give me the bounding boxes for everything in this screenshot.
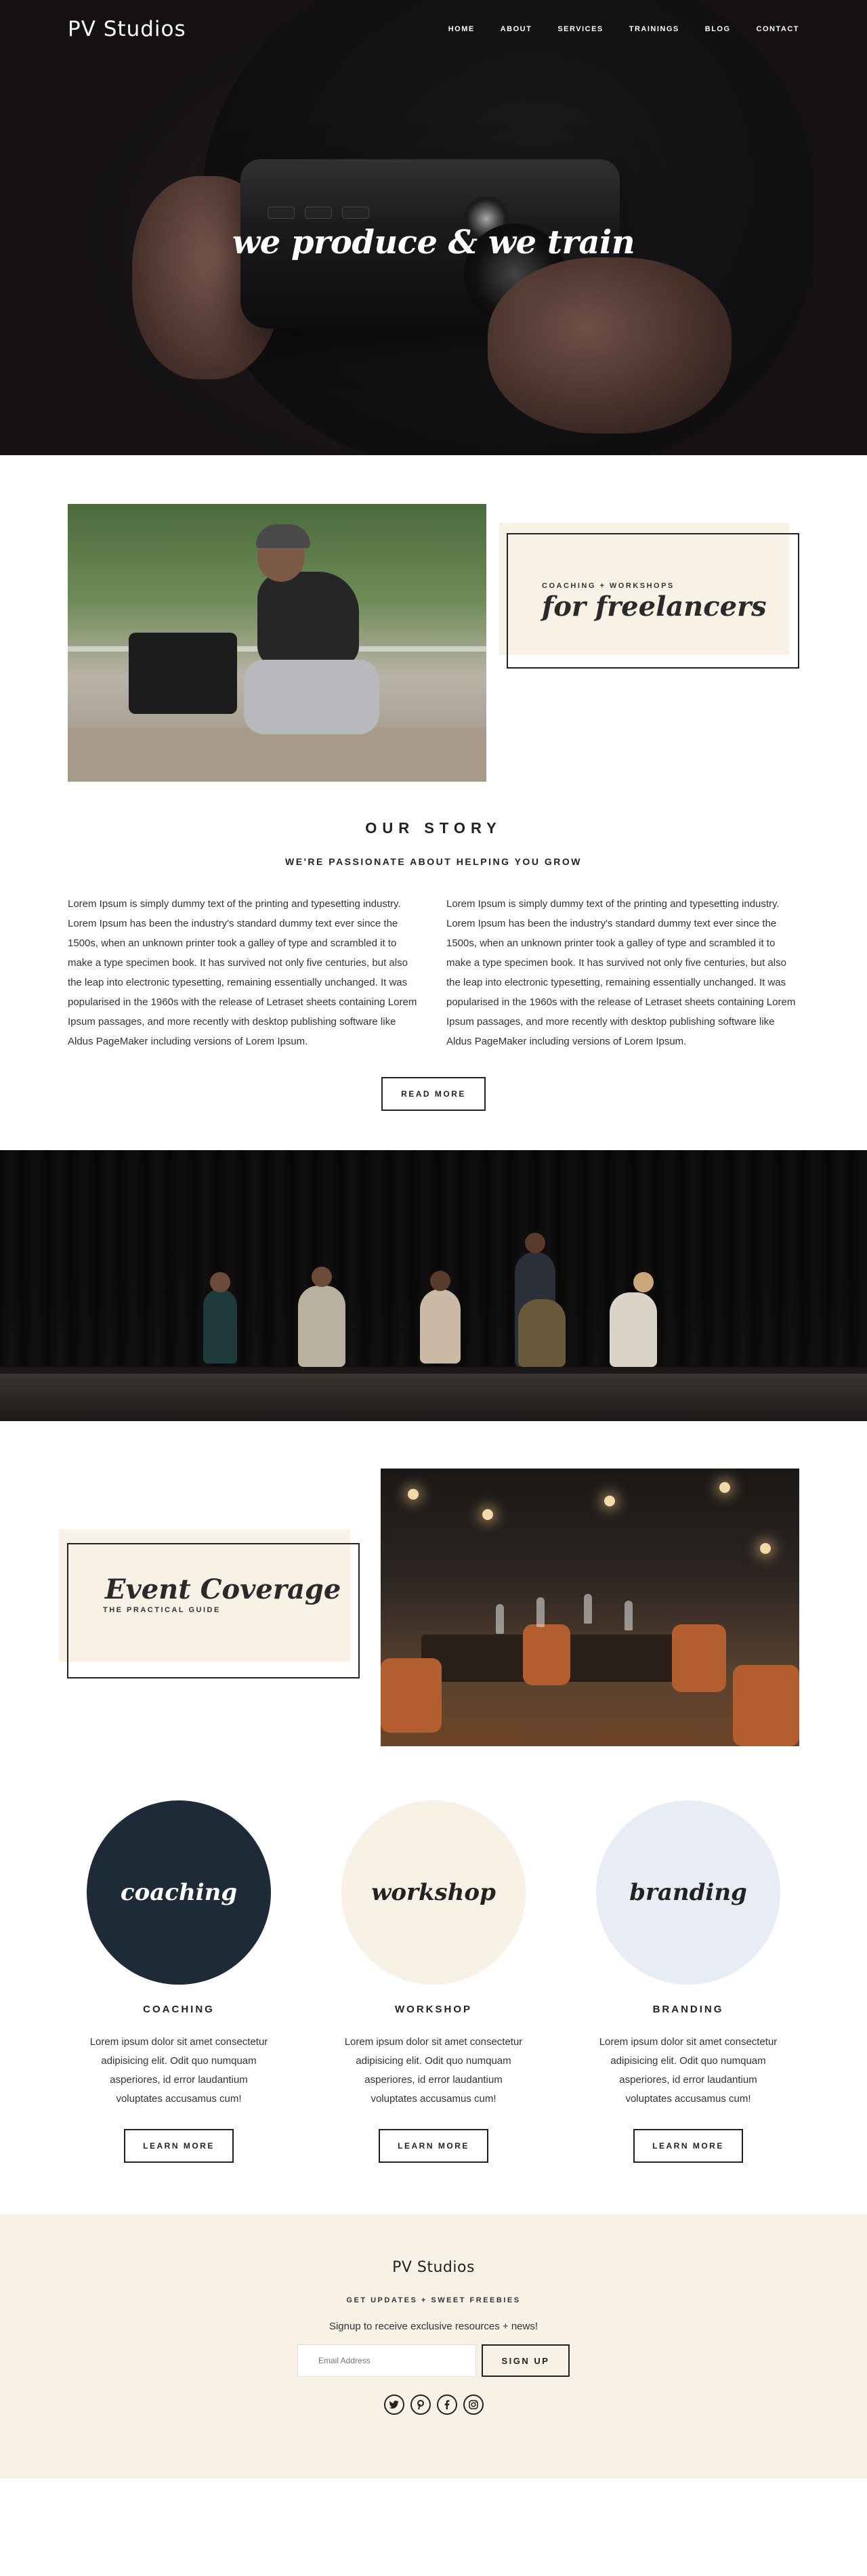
cameraman-photo <box>68 504 486 782</box>
site-logo[interactable]: PV Studios <box>68 17 186 41</box>
nav-contact[interactable]: CONTACT <box>757 25 799 33</box>
learn-more-button[interactable]: LEARN MORE <box>633 2129 743 2163</box>
service-title: WORKSHOP <box>395 2004 472 2015</box>
service-title: COACHING <box>143 2004 215 2015</box>
restaurant-photo <box>381 1469 799 1746</box>
nav-home[interactable]: HOME <box>448 25 475 33</box>
nav-about[interactable]: ABOUT <box>501 25 532 33</box>
main-nav: HOME ABOUT SERVICES TRAININGS BLOG CONTA… <box>448 25 799 33</box>
signup-button[interactable]: SIGN UP <box>482 2344 570 2377</box>
footer-description: Signup to receive exclusive resources + … <box>329 2321 538 2332</box>
workshop-circle[interactable]: workshop <box>341 1800 526 1985</box>
story-text-left: Lorem Ipsum is simply dummy text of the … <box>68 898 417 1047</box>
freelancers-subtitle: COACHING + WORKSHOPS <box>542 582 675 590</box>
freelancers-section: COACHING + WORKSHOPS for freelancers <box>0 455 867 807</box>
hero-section: PV Studios HOME ABOUT SERVICES TRAININGS… <box>0 0 867 455</box>
learn-more-button[interactable]: LEARN MORE <box>124 2129 234 2163</box>
freelancers-title: for freelancers <box>542 591 767 622</box>
pinterest-icon[interactable] <box>410 2394 431 2415</box>
read-more-button[interactable]: READ MORE <box>381 1077 486 1111</box>
event-title: Event Coverage <box>105 1574 341 1605</box>
event-coverage-section: Event Coverage THE PRACTICAL GUIDE <box>0 1421 867 1773</box>
service-title: BRANDING <box>652 2004 724 2015</box>
coaching-circle[interactable]: coaching <box>87 1800 271 1985</box>
instagram-icon[interactable] <box>463 2394 484 2415</box>
workshop-stage-photo <box>0 1150 867 1421</box>
nav-trainings[interactable]: TRAININGS <box>629 25 679 33</box>
footer-tagline: GET UPDATES + SWEET FREEBIES <box>346 2296 521 2304</box>
service-workshop: workshop WORKSHOP Lorem ipsum dolor sit … <box>341 1800 526 2163</box>
nav-blog[interactable]: BLOG <box>705 25 731 33</box>
learn-more-button[interactable]: LEARN MORE <box>379 2129 488 2163</box>
story-text-right: Lorem Ipsum is simply dummy text of the … <box>446 898 796 1047</box>
story-columns: Lorem Ipsum is simply dummy text of the … <box>68 894 799 1051</box>
twitter-icon[interactable] <box>383 2394 404 2415</box>
hero-title: we produce & we train <box>232 224 635 261</box>
service-coaching: coaching COACHING Lorem ipsum dolor sit … <box>87 1800 271 2163</box>
branding-circle[interactable]: branding <box>596 1800 780 1985</box>
signup-form: SIGN UP <box>0 2344 867 2377</box>
services-section: coaching COACHING Lorem ipsum dolor sit … <box>0 1800 867 2163</box>
email-input[interactable] <box>297 2344 476 2377</box>
service-description: Lorem ipsum dolor sit amet consectetur a… <box>344 2036 523 2105</box>
service-description: Lorem ipsum dolor sit amet consectetur a… <box>599 2036 778 2105</box>
event-subtitle: THE PRACTICAL GUIDE <box>103 1606 221 1614</box>
facebook-icon[interactable] <box>436 2394 457 2415</box>
site-header: PV Studios HOME ABOUT SERVICES TRAININGS… <box>0 0 867 58</box>
story-subheading: WE'RE PASSIONATE ABOUT HELPING YOU GROW <box>285 856 582 867</box>
site-footer: PV Studios GET UPDATES + SWEET FREEBIES … <box>0 2214 867 2478</box>
service-description: Lorem ipsum dolor sit amet consectetur a… <box>89 2036 268 2105</box>
service-branding: branding BRANDING Lorem ipsum dolor sit … <box>596 1800 780 2163</box>
story-heading: OUR STORY <box>365 820 502 837</box>
nav-services[interactable]: SERVICES <box>557 25 603 33</box>
footer-logo[interactable]: PV Studios <box>0 2259 867 2276</box>
our-story-section: OUR STORY WE'RE PASSIONATE ABOUT HELPING… <box>0 820 867 1111</box>
social-links <box>0 2394 867 2415</box>
